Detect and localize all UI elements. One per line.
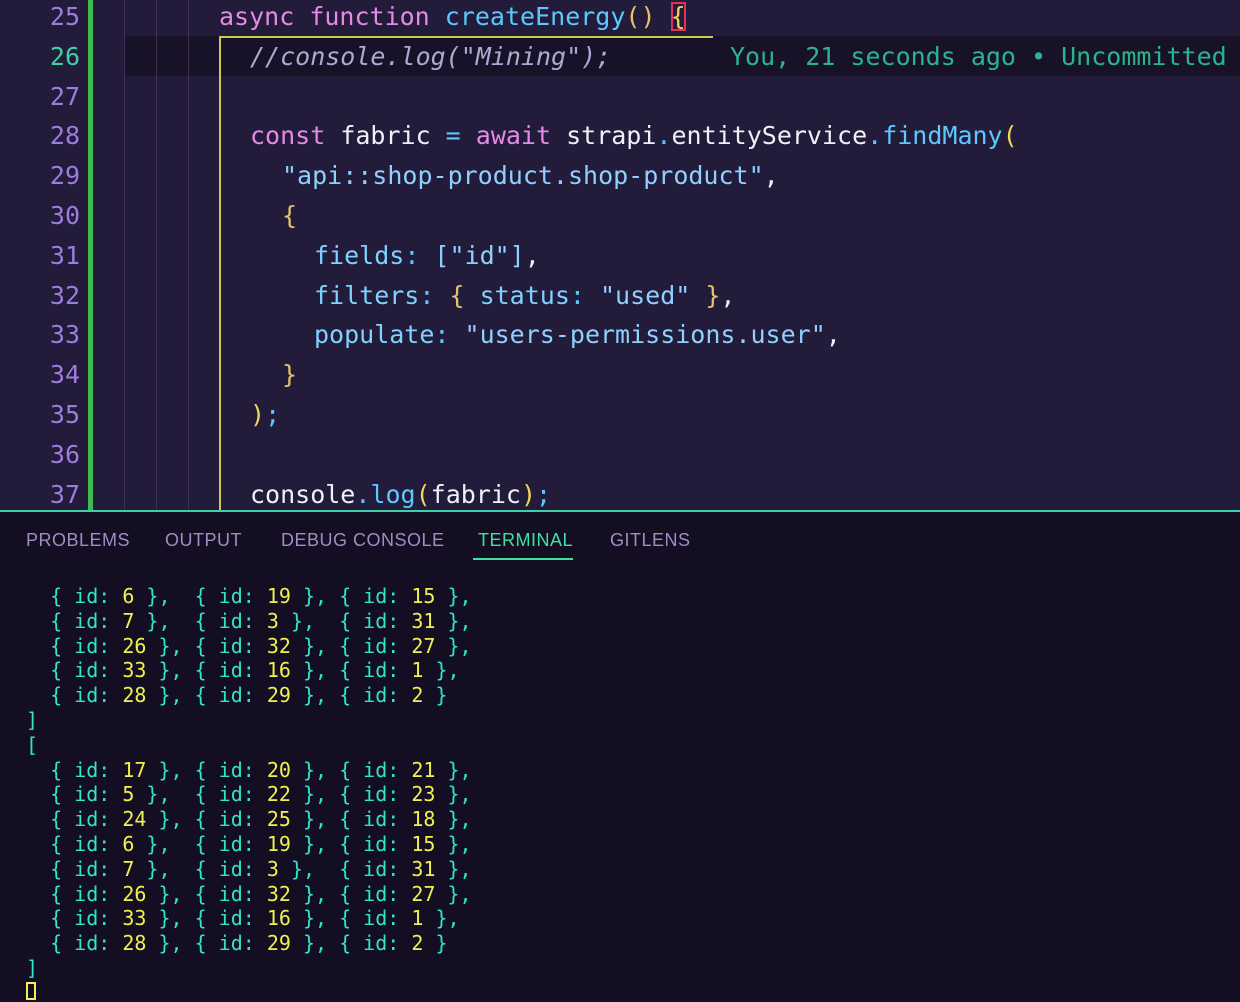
code-line[interactable]: 32 filters: { status: "used" },	[0, 276, 1240, 316]
terminal-line: { id: 5 }, { id: 22 }, { id: 23 },	[26, 782, 472, 807]
code-text: const fabric = await strapi.entityServic…	[250, 121, 1018, 151]
code-line[interactable]: 27	[0, 77, 1240, 117]
code-line[interactable]: 30 {	[0, 196, 1240, 236]
code-line[interactable]: 26 //console.log("Mining"); You, 21 second…	[0, 37, 1240, 77]
panel-tabs: PROBLEMS OUTPUT DEBUG CONSOLE TERMINAL G…	[0, 512, 1240, 570]
terminal-line: { id: 33 }, { id: 16 }, { id: 1 },	[26, 906, 460, 931]
line-number: 29	[49, 161, 80, 191]
terminal-cursor	[26, 982, 36, 1000]
line-number: 34	[49, 360, 80, 390]
git-blame-annotation[interactable]: You, 21 seconds ago • Uncommitted change…	[730, 37, 1240, 77]
terminal-line: ]	[26, 956, 39, 980]
code-line[interactable]: 35);	[0, 395, 1240, 435]
terminal-line: { id: 26 }, { id: 32 }, { id: 27 },	[26, 633, 472, 658]
tab-terminal[interactable]: TERMINAL	[478, 530, 573, 551]
code-line[interactable]: 36	[0, 435, 1240, 475]
terminal-line: [	[26, 732, 39, 757]
terminal-line: ]	[26, 708, 39, 732]
line-number: 37	[49, 479, 80, 509]
line-number: 32	[49, 280, 80, 310]
active-tab-underline	[473, 558, 573, 560]
terminal-line: { id: 28 }, { id: 29 }, { id: 2 }	[26, 931, 448, 956]
code-text: {	[282, 201, 298, 230]
line-number: 31	[49, 240, 80, 270]
line-number: 28	[49, 121, 80, 151]
code-editor[interactable]: 25 async function createEnergy() { 26 //con…	[0, 0, 1240, 510]
bottom-panel: PROBLEMS OUTPUT DEBUG CONSOLE TERMINAL G…	[0, 510, 1240, 1002]
code-line[interactable]: 37 console.log(fabric);	[0, 475, 1240, 510]
terminal-line: { id: 24 }, { id: 25 }, { id: 18 },	[26, 807, 472, 832]
terminal-line: { id: 33 }, { id: 16 }, { id: 1 },	[26, 658, 460, 683]
terminal-line: { id: 17 }, { id: 20 }, { id: 21 },	[26, 757, 472, 782]
code-line[interactable]: 29 "api::shop-product.shop-product",	[0, 156, 1240, 196]
code-line[interactable]: 34}	[0, 355, 1240, 395]
line-number: 27	[49, 81, 80, 111]
code-line[interactable]: 31 fields: ["id"],	[0, 236, 1240, 276]
line-number: 33	[49, 320, 80, 350]
line-number: 30	[49, 201, 80, 230]
line-number: 35	[49, 400, 80, 429]
code-line[interactable]: 28 const fabric = await strapi.entityServ…	[0, 116, 1240, 156]
terminal-line: { id: 28 }, { id: 29 }, { id: 2 }	[26, 683, 448, 708]
tab-gitlens[interactable]: GITLENS	[610, 530, 691, 551]
code-text: "api::shop-product.shop-product",	[282, 161, 779, 191]
code-line[interactable]: 25 async function createEnergy() {	[0, 0, 1240, 37]
code-text: );	[250, 400, 281, 429]
terminal-line: { id: 7 }, { id: 3 }, { id: 31 },	[26, 608, 472, 633]
tab-output[interactable]: OUTPUT	[165, 530, 242, 551]
code-line[interactable]: 33 populate: "users-permissions.user",	[0, 315, 1240, 355]
code-text: }	[282, 360, 298, 390]
code-text: filters: { status: "used" },	[314, 280, 736, 310]
terminal-line: { id: 6 }, { id: 19 }, { id: 15 },	[26, 832, 472, 856]
code-text: populate: "users-permissions.user",	[314, 320, 841, 350]
code-text: console.log(fabric);	[250, 479, 552, 509]
code-text: fields: ["id"],	[314, 240, 540, 270]
terminal-line: { id: 6 }, { id: 19 }, { id: 15 },	[26, 584, 472, 608]
code-text: async function createEnergy() {	[219, 2, 686, 31]
line-number: 25	[49, 2, 80, 31]
terminal-line: { id: 26 }, { id: 32 }, { id: 27 },	[26, 881, 472, 906]
code-text: //console.log("Mining");	[250, 41, 612, 71]
terminal-line: { id: 7 }, { id: 3 }, { id: 31 },	[26, 856, 472, 881]
line-number: 36	[49, 439, 80, 469]
tab-problems[interactable]: PROBLEMS	[26, 530, 130, 551]
line-number: 26	[49, 41, 80, 71]
tab-debug-console[interactable]: DEBUG CONSOLE	[281, 530, 445, 551]
